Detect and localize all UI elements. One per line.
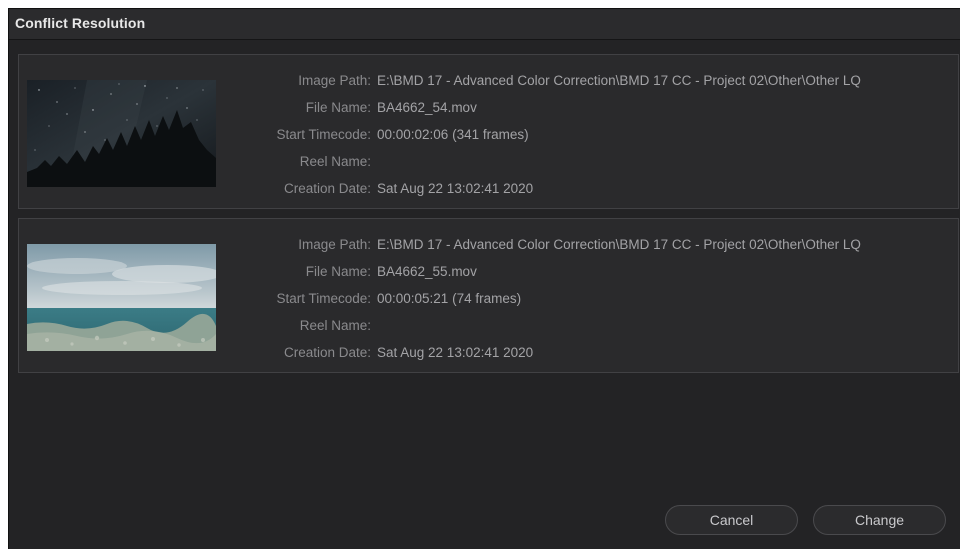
file-name-row: File Name: BA4662_54.mov [219,100,959,120]
file-name-value: BA4662_55.mov [377,264,477,279]
image-path-value: E:\BMD 17 - Advanced Color Correction\BM… [377,73,861,88]
clip-thumbnail [27,244,216,351]
clip-option[interactable]: Image Path: E:\BMD 17 - Advanced Color C… [18,218,959,373]
file-name-label: File Name: [305,100,371,115]
change-button[interactable]: Change [813,505,946,535]
start-timecode-row: Start Timecode: 00:00:05:21 (74 frames) [219,291,959,311]
conflict-resolution-dialog: Conflict Resolution Image Path: E:\BMD 1… [8,8,960,549]
dialog-titlebar: Conflict Resolution [9,9,960,40]
reel-name-label: Reel Name: [299,154,371,169]
ocean-reef-thumbnail-image [27,244,216,351]
reel-name-row: Reel Name: [219,318,959,338]
creation-date-value: Sat Aug 22 13:02:41 2020 [377,345,534,360]
creation-date-label: Creation Date: [283,181,371,196]
file-name-label: File Name: [305,264,371,279]
file-name-value: BA4662_54.mov [377,100,477,115]
start-timecode-value: 00:00:05:21 (74 frames) [377,291,522,306]
reel-name-row: Reel Name: [219,154,959,174]
night-sky-thumbnail-image [27,80,216,187]
start-timecode-value: 00:00:02:06 (341 frames) [377,127,529,142]
reel-name-label: Reel Name: [299,318,371,333]
start-timecode-label: Start Timecode: [276,291,371,306]
cancel-button[interactable]: Cancel [665,505,798,535]
clip-thumbnail [27,80,216,187]
clip-option[interactable]: Image Path: E:\BMD 17 - Advanced Color C… [18,54,959,209]
image-path-row: Image Path: E:\BMD 17 - Advanced Color C… [219,73,959,93]
dialog-title: Conflict Resolution [15,15,146,31]
image-path-label: Image Path: [298,73,371,88]
creation-date-value: Sat Aug 22 13:02:41 2020 [377,181,534,196]
image-path-value: E:\BMD 17 - Advanced Color Correction\BM… [377,237,861,252]
image-path-label: Image Path: [298,237,371,252]
image-path-row: Image Path: E:\BMD 17 - Advanced Color C… [219,237,959,257]
file-name-row: File Name: BA4662_55.mov [219,264,959,284]
creation-date-row: Creation Date: Sat Aug 22 13:02:41 2020 [219,181,959,201]
start-timecode-row: Start Timecode: 00:00:02:06 (341 frames) [219,127,959,147]
creation-date-row: Creation Date: Sat Aug 22 13:02:41 2020 [219,345,959,365]
creation-date-label: Creation Date: [283,345,371,360]
start-timecode-label: Start Timecode: [276,127,371,142]
